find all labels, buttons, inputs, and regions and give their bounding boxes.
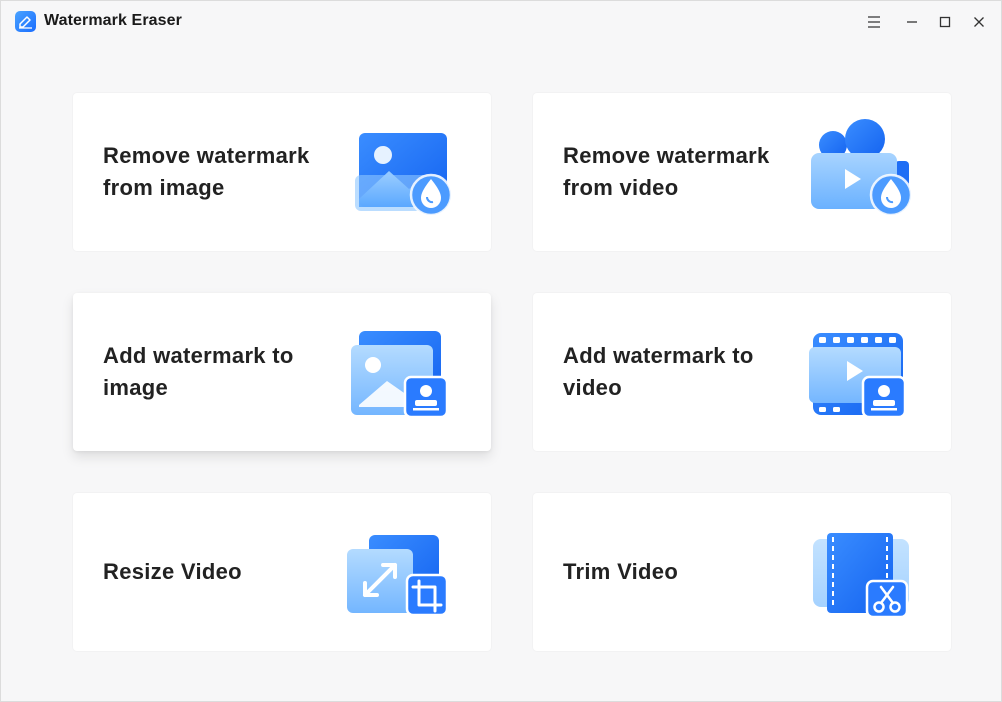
image-remove-watermark-icon (355, 133, 453, 217)
video-add-watermark-icon (809, 333, 907, 419)
close-button[interactable] (967, 10, 991, 34)
card-label-line2: from image (103, 175, 225, 200)
card-label-line1: Add watermark to (103, 343, 294, 368)
app-title: Watermark Eraser (44, 12, 182, 29)
resize-video-card[interactable]: Resize Video (73, 493, 491, 651)
app-logo-icon (15, 11, 36, 32)
video-remove-watermark-icon (811, 119, 913, 217)
add-watermark-image-card[interactable]: Add watermark to image (73, 293, 491, 451)
minimize-icon (907, 21, 917, 23)
maximize-icon (939, 16, 951, 28)
card-label-line1: Resize Video (103, 559, 242, 584)
menu-button[interactable] (862, 10, 886, 34)
remove-watermark-video-card[interactable]: Remove watermark from video (533, 93, 951, 251)
image-add-watermark-icon (351, 331, 449, 419)
remove-watermark-image-card[interactable]: Remove watermark from image (73, 93, 491, 251)
app-window: Watermark Eraser Remove watermark from i (0, 0, 1002, 702)
trim-video-card[interactable]: Trim Video (533, 493, 951, 651)
card-label: Add watermark to image (103, 340, 333, 404)
add-watermark-video-card[interactable]: Add watermark to video (533, 293, 951, 451)
card-label-line2: video (563, 375, 622, 400)
card-label: Remove watermark from image (103, 140, 333, 204)
card-label: Add watermark to video (563, 340, 793, 404)
resize-video-icon (347, 535, 449, 617)
card-label-line2: from video (563, 175, 679, 200)
card-label-line1: Trim Video (563, 559, 679, 584)
card-label-line1: Remove watermark (563, 143, 770, 168)
card-label-line1: Add watermark to (563, 343, 754, 368)
maximize-button[interactable] (933, 10, 957, 34)
minimize-button[interactable] (900, 10, 924, 34)
card-label-line1: Remove watermark (103, 143, 310, 168)
card-label: Remove watermark from video (563, 140, 793, 204)
card-label: Trim Video (563, 556, 793, 588)
title-bar[interactable]: Watermark Eraser (1, 1, 1001, 43)
card-label: Resize Video (103, 556, 333, 588)
close-icon (974, 17, 984, 27)
trim-video-icon (813, 533, 909, 619)
menu-icon (868, 16, 880, 28)
card-label-line2: image (103, 375, 169, 400)
